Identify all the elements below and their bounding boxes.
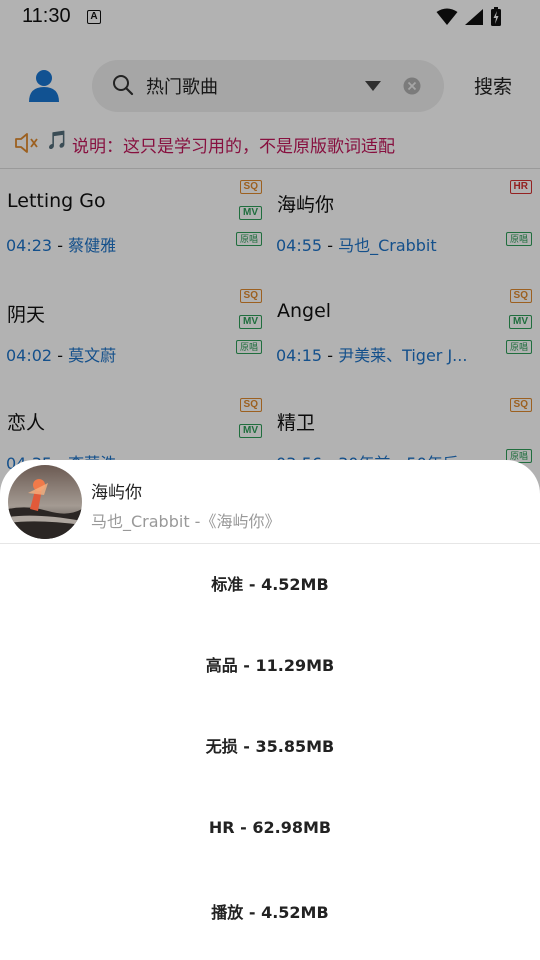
divider: [0, 543, 540, 544]
sheet-song-subtitle: 马也_Crabbit -《海屿你》: [91, 512, 281, 531]
download-options-sheet: 海屿你 马也_Crabbit -《海屿你》 标准 - 4.52MB 高品 - 1…: [0, 460, 540, 960]
quality-option-standard[interactable]: 标准 - 4.52MB: [0, 555, 540, 615]
album-cover-art: [8, 465, 82, 539]
quality-option-lossless[interactable]: 无损 - 35.85MB: [0, 717, 540, 777]
album-cover-image: [8, 465, 82, 539]
quality-option-high[interactable]: 高品 - 11.29MB: [0, 636, 540, 696]
sheet-song-title: 海屿你: [91, 483, 142, 503]
play-option[interactable]: 播放 - 4.52MB: [0, 883, 540, 943]
quality-option-hr[interactable]: HR - 62.98MB: [0, 798, 540, 858]
app-screen: 11:30 A 搜索: [0, 0, 540, 960]
